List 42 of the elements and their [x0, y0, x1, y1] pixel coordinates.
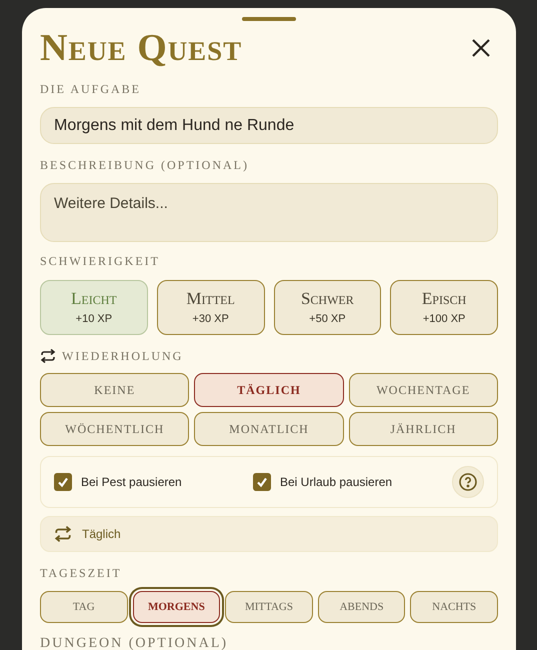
- difficulty-option[interactable]: Episch +100 XP: [390, 280, 498, 335]
- xp-value: +30 XP: [192, 312, 229, 327]
- dialog-title: Neue Quest: [40, 29, 242, 67]
- close-icon[interactable]: [472, 39, 490, 57]
- xp-value: +100 XP: [422, 312, 466, 327]
- difficulty-option[interactable]: Leicht +10 XP: [40, 280, 148, 335]
- help-button[interactable]: [452, 466, 484, 498]
- section-label: WIEDERHOLUNG: [62, 348, 184, 365]
- difficulty-option[interactable]: Mittel +30 XP: [156, 280, 264, 335]
- field-label: BESCHREIBUNG (OPTIONAL): [40, 157, 250, 174]
- section-label: SCHWIERIGKEIT: [40, 253, 161, 270]
- xp-value: +50 XP: [309, 312, 346, 327]
- repeat-icon: [54, 526, 72, 542]
- time-option[interactable]: MITTAGS: [225, 591, 313, 623]
- difficulty-name: Episch: [422, 288, 466, 309]
- difficulty-name: Leicht: [71, 288, 117, 309]
- repeat-option[interactable]: MONATLICH: [194, 412, 344, 446]
- section-label: TAGESZEIT: [40, 565, 123, 582]
- time-option[interactable]: NACHTS: [410, 591, 498, 623]
- repeat-option[interactable]: TÄGLICH: [194, 373, 344, 407]
- input-field[interactable]: Morgens mit dem Hund ne Runde: [40, 107, 498, 144]
- checkbox[interactable]: [54, 473, 72, 491]
- difficulty-name: Mittel: [186, 288, 235, 309]
- time-option[interactable]: TAG: [40, 591, 128, 623]
- checkbox[interactable]: [253, 473, 271, 491]
- repeat-option[interactable]: WÖCHENTLICH: [40, 412, 190, 446]
- summary-text: Täglich: [82, 526, 121, 543]
- field-label: DIE AUFGABE: [40, 81, 142, 98]
- repeat-option[interactable]: JÄHRLICH: [348, 412, 498, 446]
- help-icon: [459, 473, 477, 491]
- repeat-option[interactable]: WOCHENTAGE: [348, 373, 498, 407]
- textarea-field[interactable]: Weitere Details...: [40, 183, 498, 242]
- checkbox-label: Bei Urlaub pausieren: [280, 474, 392, 491]
- difficulty-name: Schwer: [300, 288, 354, 309]
- section-label: DUNGEON (OPTIONAL): [40, 635, 230, 650]
- checkbox-label: Bei Pest pausieren: [81, 474, 182, 491]
- xp-value: +10 XP: [76, 312, 112, 327]
- time-option[interactable]: ABENDS: [318, 591, 406, 623]
- drag-handle[interactable]: [242, 17, 296, 21]
- difficulty-option[interactable]: Schwer +50 XP: [274, 280, 382, 335]
- repeat-icon: [40, 349, 56, 363]
- repeat-option[interactable]: KEINE: [40, 373, 190, 407]
